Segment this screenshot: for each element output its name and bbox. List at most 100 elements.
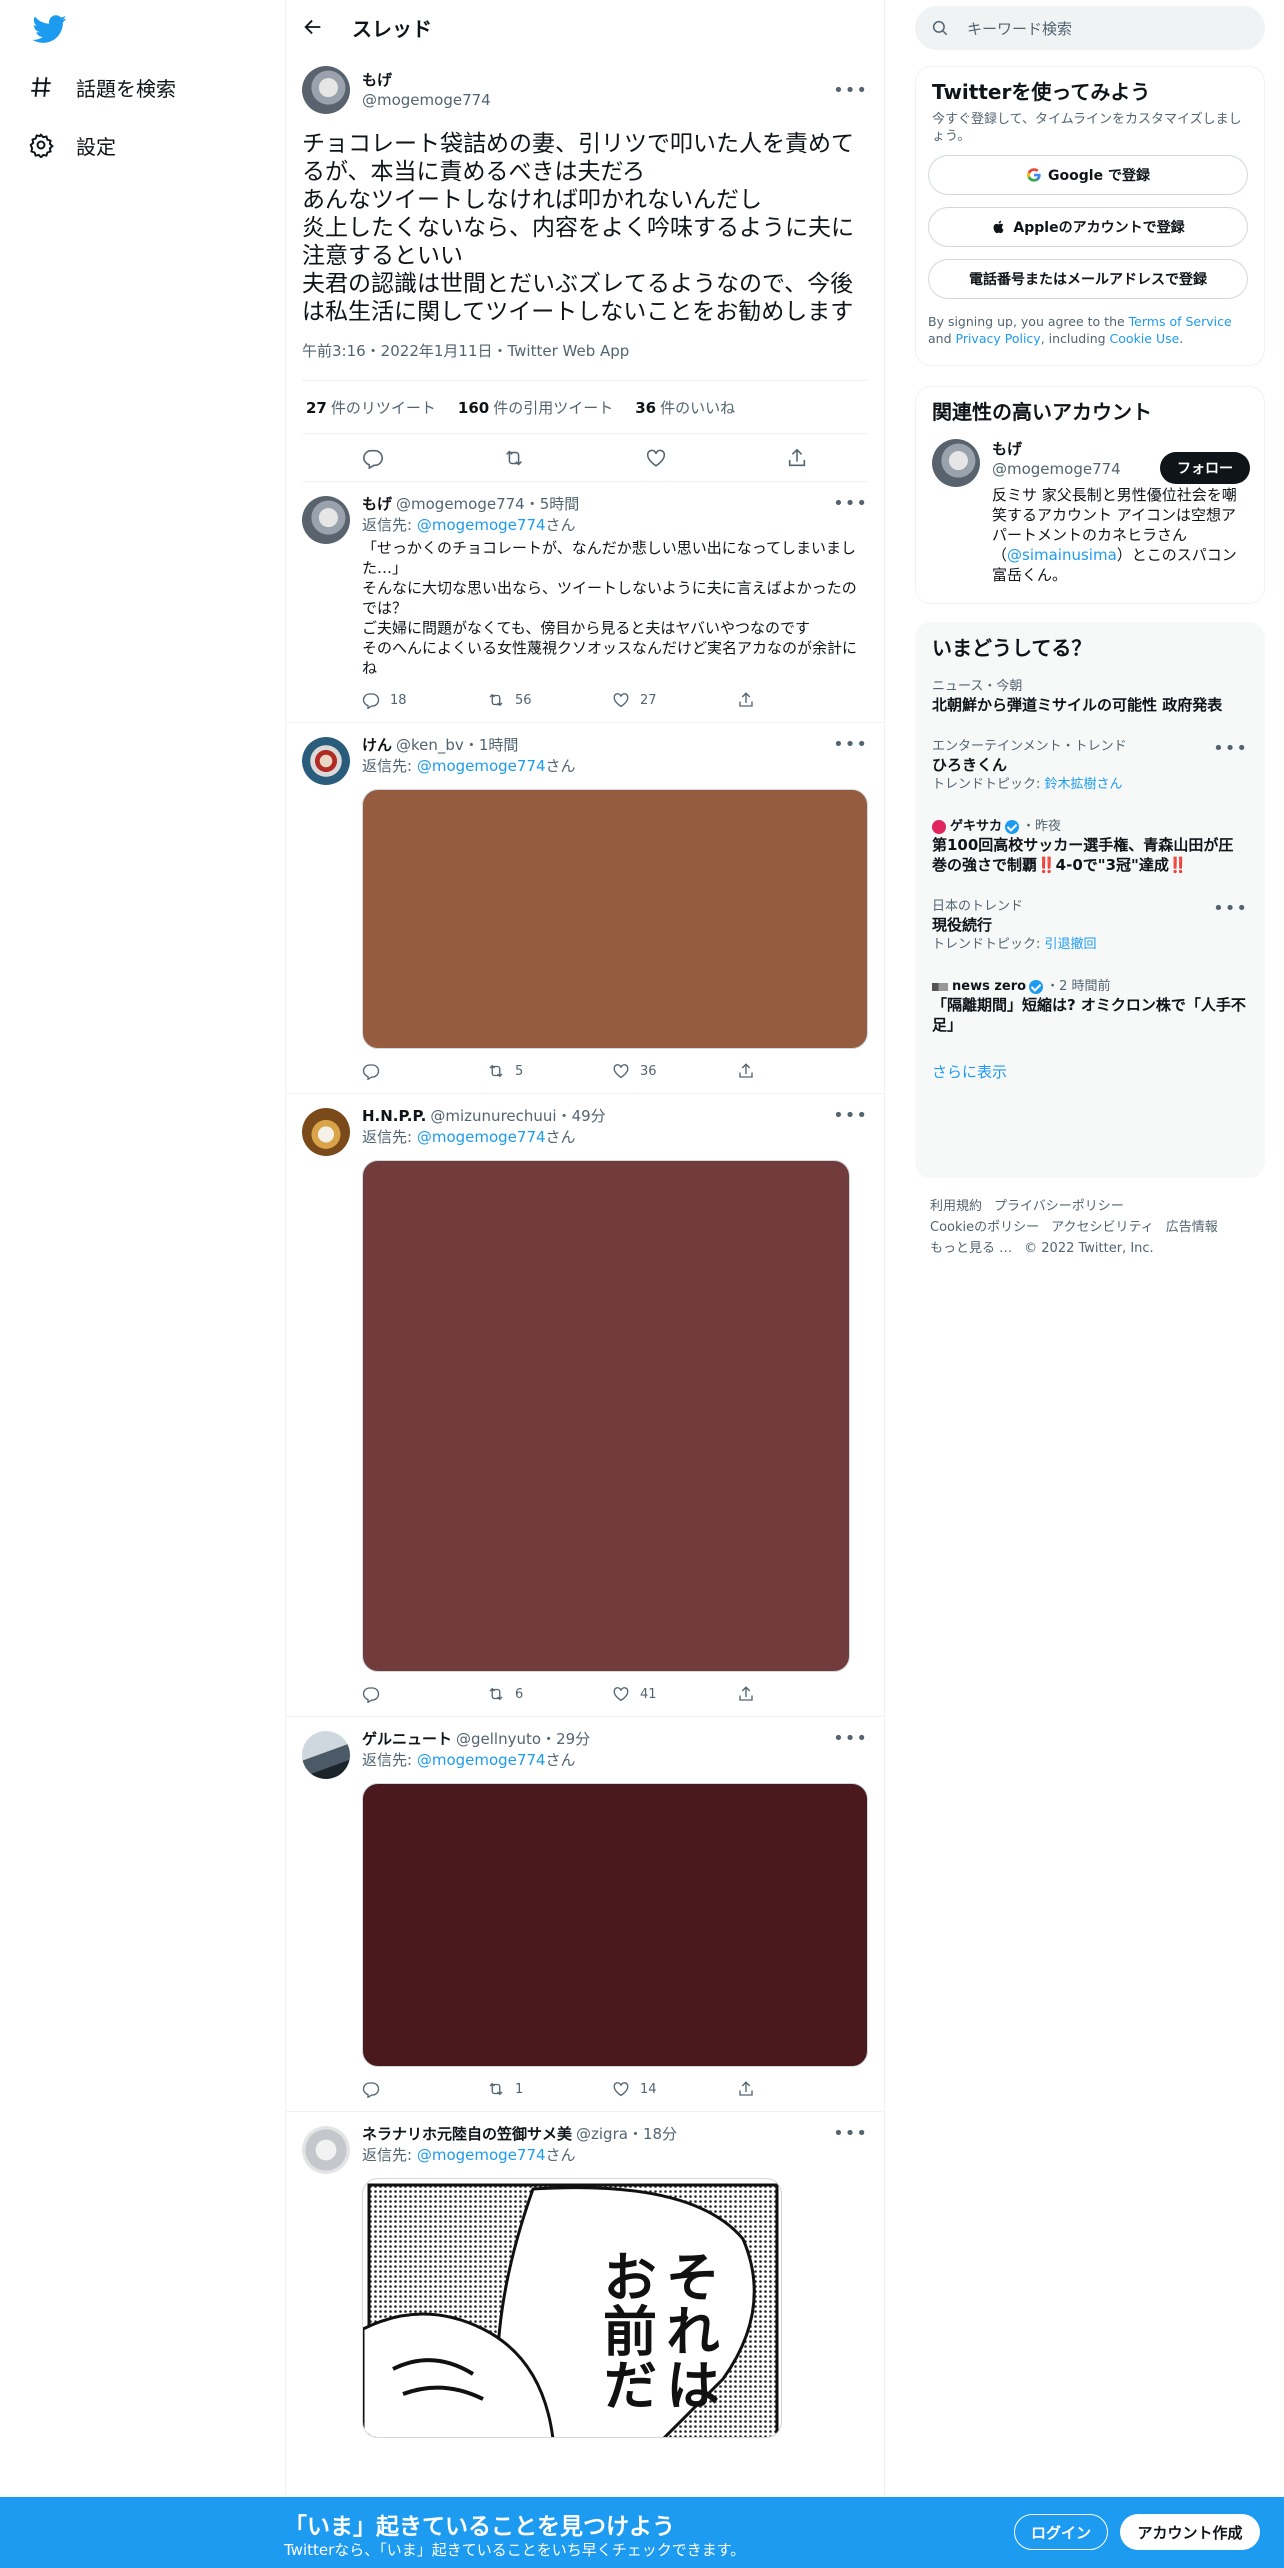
reply-button[interactable] bbox=[362, 1685, 487, 1703]
apple-signup-button[interactable]: Appleのアカウントで登録 bbox=[928, 207, 1248, 247]
tweet-time[interactable]: 5時間 bbox=[540, 494, 580, 514]
trend-item[interactable]: エンターテインメント・トレンド ••• ひろきくん トレンドトピック: 鈴木拡樹… bbox=[916, 727, 1264, 807]
like-count[interactable]: 36 件のいいね bbox=[635, 397, 735, 418]
mention-link[interactable]: @mogemoge774 bbox=[417, 1128, 546, 1146]
reply-tweet[interactable]: ゲルニュート @gellnyuto ・ 29分 ••• 返信先: @mogemo… bbox=[286, 1717, 884, 2112]
nav-explore[interactable]: 話題を検索 bbox=[28, 59, 176, 115]
like-button[interactable]: 14 bbox=[612, 2080, 737, 2098]
terms-link[interactable]: Terms of Service bbox=[1129, 314, 1232, 329]
retweet-button[interactable]: 6 bbox=[487, 1685, 612, 1703]
tweet-time[interactable]: 18分 bbox=[643, 2124, 677, 2144]
author-name[interactable]: けん bbox=[362, 735, 392, 755]
more-icon[interactable]: ••• bbox=[833, 735, 868, 755]
avatar[interactable] bbox=[302, 1108, 350, 1156]
more-icon[interactable]: ••• bbox=[833, 80, 868, 101]
privacy-link[interactable]: Privacy Policy bbox=[956, 331, 1041, 346]
retweet-button[interactable]: 1 bbox=[487, 2080, 612, 2098]
avatar[interactable] bbox=[932, 439, 980, 487]
footer-accessibility[interactable]: アクセシビリティ bbox=[1051, 1220, 1154, 1235]
avatar[interactable] bbox=[302, 496, 350, 544]
author-handle[interactable]: @mizunurechuui bbox=[430, 1106, 556, 1126]
reply-button[interactable] bbox=[362, 2080, 487, 2098]
nav-settings[interactable]: 設定 bbox=[28, 117, 116, 173]
mention-link[interactable]: @mogemoge774 bbox=[417, 1751, 546, 1769]
tweet-media-manga[interactable]: それは お前だ bbox=[362, 2178, 782, 2438]
author-name[interactable]: ネラナリホ元陸自の笠御サメ美 bbox=[362, 2124, 572, 2144]
more-icon[interactable]: ••• bbox=[1213, 739, 1248, 759]
author-handle[interactable]: @mogemoge774 bbox=[396, 494, 525, 514]
tweet-media[interactable] bbox=[362, 789, 868, 1049]
share-button[interactable] bbox=[737, 1685, 862, 1703]
quote-count[interactable]: 160 件の引用ツイート bbox=[458, 397, 613, 418]
more-icon[interactable]: ••• bbox=[833, 1729, 868, 1749]
reply-button[interactable]: 18 bbox=[362, 691, 487, 709]
author-handle[interactable]: @mogemoge774 bbox=[362, 91, 491, 109]
retweet-count[interactable]: 27 件のリツイート bbox=[306, 397, 436, 418]
more-icon[interactable]: ••• bbox=[833, 494, 868, 514]
author-name[interactable]: もげ bbox=[362, 494, 392, 514]
tweet-media[interactable] bbox=[362, 1783, 868, 2067]
avatar[interactable] bbox=[302, 66, 350, 114]
trend-item[interactable]: ニュース・今朝 北朝鮮から弾道ミサイルの可能性 政府発表 bbox=[916, 667, 1264, 727]
mention-link[interactable]: @mogemoge774 bbox=[417, 516, 546, 534]
twitter-logo-icon[interactable] bbox=[30, 12, 70, 46]
reply-tweet[interactable]: けん @ken_bv ・ 1時間 ••• 返信先: @mogemoge774さん… bbox=[286, 723, 884, 1094]
like-icon[interactable] bbox=[645, 447, 667, 469]
follow-button[interactable]: フォロー bbox=[1160, 452, 1250, 484]
avatar[interactable] bbox=[302, 2126, 350, 2174]
like-button[interactable]: 36 bbox=[612, 1062, 737, 1080]
more-icon[interactable]: ••• bbox=[833, 1106, 868, 1126]
tweet-time[interactable]: 1時間 bbox=[479, 735, 519, 755]
author-handle[interactable]: @gellnyuto bbox=[456, 1729, 541, 1749]
show-more-link[interactable]: さらに表示 bbox=[916, 1047, 1264, 1098]
footer-more[interactable]: もっと見る … bbox=[930, 1241, 1012, 1256]
author-name[interactable]: もげ bbox=[362, 70, 491, 90]
trend-item[interactable]: news zero ・2 時間前 「隔離期間」短縮は? オミクロン株で「人手不足」 bbox=[916, 967, 1264, 1047]
trend-topic-link[interactable]: 引退撤回 bbox=[1045, 937, 1097, 952]
trend-item[interactable]: 日本のトレンド ••• 現役続行 トレンドトピック: 引退撤回 bbox=[916, 887, 1264, 967]
google-signup-button[interactable]: Google で登録 bbox=[928, 155, 1248, 195]
search-input[interactable]: キーワード検索 bbox=[915, 6, 1265, 50]
more-icon[interactable]: ••• bbox=[1213, 899, 1248, 919]
author-handle[interactable]: @ken_bv bbox=[396, 735, 464, 755]
author-name[interactable]: ゲルニュート bbox=[362, 1729, 452, 1749]
author-name[interactable]: H.N.P.P. bbox=[362, 1106, 426, 1126]
cookie-link[interactable]: Cookie Use bbox=[1110, 331, 1180, 346]
like-button[interactable]: 41 bbox=[612, 1685, 737, 1703]
avatar[interactable] bbox=[302, 737, 350, 785]
retweet-button[interactable]: 5 bbox=[487, 1062, 612, 1080]
share-button[interactable] bbox=[737, 2080, 862, 2098]
retweet-icon[interactable] bbox=[503, 447, 525, 469]
back-arrow-icon[interactable] bbox=[302, 16, 324, 38]
mention-link[interactable]: @mogemoge774 bbox=[417, 2146, 546, 2164]
related-handle[interactable]: @mogemoge774 bbox=[992, 460, 1121, 478]
phone-email-signup-button[interactable]: 電話番号またはメールアドレスで登録 bbox=[928, 259, 1248, 299]
trend-topic-link[interactable]: 鈴木拡樹さん bbox=[1045, 777, 1123, 792]
reply-tweet[interactable]: H.N.P.P. @mizunurechuui ・ 49分 ••• 返信先: @… bbox=[286, 1094, 884, 1717]
share-icon[interactable] bbox=[786, 447, 808, 469]
trend-item[interactable]: ゲキサカ ・昨夜 第100回高校サッカー選手権、青森山田が圧巻の強さで制覇‼️4-… bbox=[916, 807, 1264, 887]
reply-tweet[interactable]: ネラナリホ元陸自の笠御サメ美 @zigra ・ 18分 ••• 返信先: @mo… bbox=[286, 2112, 884, 2438]
like-button[interactable]: 27 bbox=[612, 691, 737, 709]
reply-tweet[interactable]: もげ @mogemoge774 ・ 5時間 ••• 返信先: @mogemoge… bbox=[286, 482, 884, 723]
mention-link[interactable]: @simainusima bbox=[1007, 546, 1117, 564]
reply-icon[interactable] bbox=[362, 447, 384, 469]
footer-ads[interactable]: 広告情報 bbox=[1166, 1220, 1218, 1235]
share-button[interactable] bbox=[737, 691, 862, 709]
footer-cookie[interactable]: Cookieのポリシー bbox=[930, 1220, 1039, 1235]
tweet-time[interactable]: 29分 bbox=[556, 1729, 590, 1749]
mention-link[interactable]: @mogemoge774 bbox=[417, 757, 546, 775]
tweet-media[interactable] bbox=[362, 1160, 850, 1672]
footer-privacy[interactable]: プライバシーポリシー bbox=[994, 1199, 1124, 1214]
author-handle[interactable]: @zigra bbox=[576, 2124, 628, 2144]
footer-terms[interactable]: 利用規約 bbox=[930, 1199, 982, 1214]
tweet-time[interactable]: 49分 bbox=[572, 1106, 606, 1126]
retweet-button[interactable]: 56 bbox=[487, 691, 612, 709]
share-button[interactable] bbox=[737, 1062, 862, 1080]
signup-button[interactable]: アカウント作成 bbox=[1120, 2514, 1260, 2550]
reply-button[interactable] bbox=[362, 1062, 487, 1080]
login-button[interactable]: ログイン bbox=[1014, 2514, 1108, 2550]
more-icon[interactable]: ••• bbox=[833, 2124, 868, 2144]
tweet-timestamp[interactable]: 午前3:16・2022年1月11日・Twitter Web App bbox=[302, 340, 868, 360]
avatar[interactable] bbox=[302, 1731, 350, 1779]
